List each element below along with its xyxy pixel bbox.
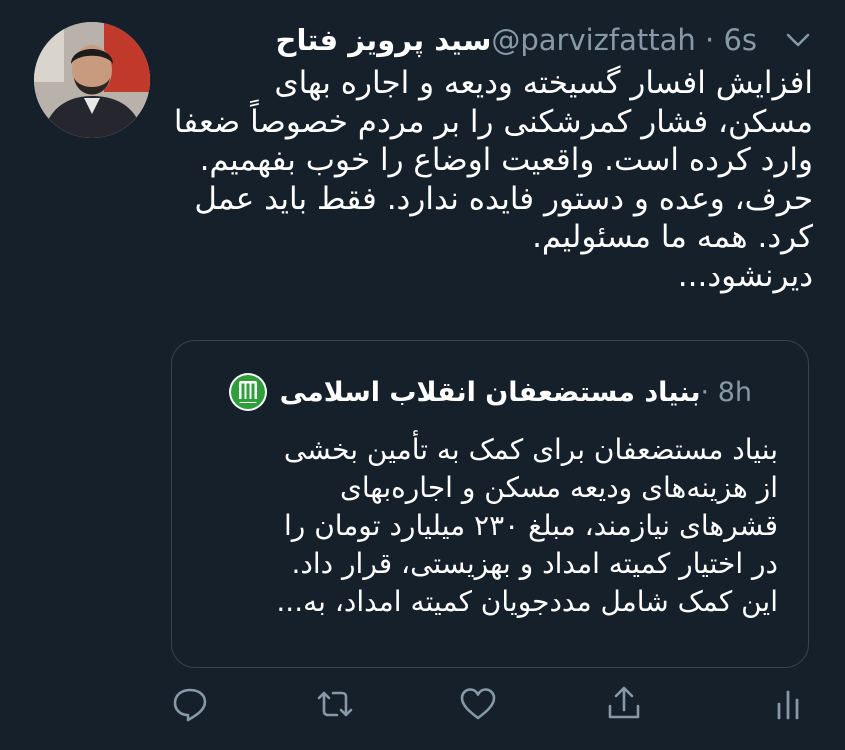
quoted-author-name: بنیاد مستضعفان انقلاب اسلامی	[279, 376, 701, 408]
quoted-tweet-text: بنیاد مستضعفان برای کمک به تأمین بخشی از…	[198, 431, 778, 621]
quoted-text-line: قشرهای نیازمند، مبلغ ۲۳۰ میلیارد تومان ر…	[284, 509, 778, 542]
tweet-action-bar	[0, 684, 845, 730]
tweet-time[interactable]: 6s	[723, 23, 757, 57]
meta-separator: ·	[705, 23, 715, 57]
share-icon	[608, 686, 640, 719]
reply-icon	[173, 688, 207, 722]
analytics-button[interactable]	[768, 684, 808, 724]
author-name[interactable]: سید پرویز فتاح	[276, 23, 492, 57]
retweet-button[interactable]	[315, 684, 355, 724]
meta-separator: ·	[700, 376, 710, 408]
tweet-text-line: دیرنشود...	[677, 257, 813, 294]
like-icon	[460, 688, 496, 720]
more-options-button[interactable]	[783, 25, 813, 55]
author-avatar[interactable]	[34, 22, 150, 138]
quoted-tweet-card[interactable]: بنیاد مستضعفان انقلاب اسلامی · 8h بنیاد …	[171, 340, 809, 668]
tweet-text-line: حرف، وعده و دستور فایده ندارد. فقط باید …	[194, 180, 813, 217]
tweet-text-line: مسکن، فشار کمرشکنی را بر مردم خصوصاً ضعف…	[173, 103, 813, 140]
tweet-text-line: کرد. همه ما مسئولیم.	[532, 219, 813, 255]
author-avatar-photo	[34, 22, 150, 138]
retweet-icon	[317, 691, 353, 717]
tweet-text: افزایش افسار گسیخته ودیعه و اجاره بهای م…	[163, 64, 813, 295]
author-handle[interactable]: @parvizfattah	[491, 23, 695, 57]
tweet-text-line: وارد کرده است. واقعیت اوضاع را خوب بفهمی…	[199, 142, 813, 178]
tweet-text-line: افزایش افسار گسیخته ودیعه و اجاره بهای	[274, 65, 813, 101]
tweet-header: سید پرویز فتاح @parvizfattah · 6s	[262, 18, 813, 62]
quoted-tweet-meta: · 8h	[701, 377, 752, 408]
share-button[interactable]	[604, 684, 644, 724]
tweet-meta: @parvizfattah · 6s	[491, 23, 757, 57]
reply-button[interactable]	[170, 684, 210, 724]
quoted-tweet-time: 8h	[717, 376, 752, 408]
quoted-tweet-header: بنیاد مستضعفان انقلاب اسلامی · 8h	[220, 371, 752, 413]
quoted-text-line: بنیاد مستضعفان برای کمک به تأمین بخشی	[283, 433, 778, 466]
foundation-logo-icon	[228, 373, 267, 411]
quoted-text-line: این کمک شامل مددجویان کمیته امداد، به...	[276, 585, 778, 618]
chevron-down-icon	[786, 33, 810, 47]
quoted-text-line: از هزینه‌های ودیعه مسکن و اجاره‌بهای	[339, 471, 778, 504]
quoted-author-avatar	[228, 372, 268, 412]
analytics-icon	[777, 690, 799, 720]
quoted-text-line: در اختیار کمیته امداد و بهزیستی، قرار دا…	[291, 547, 779, 580]
like-button[interactable]	[458, 684, 498, 724]
